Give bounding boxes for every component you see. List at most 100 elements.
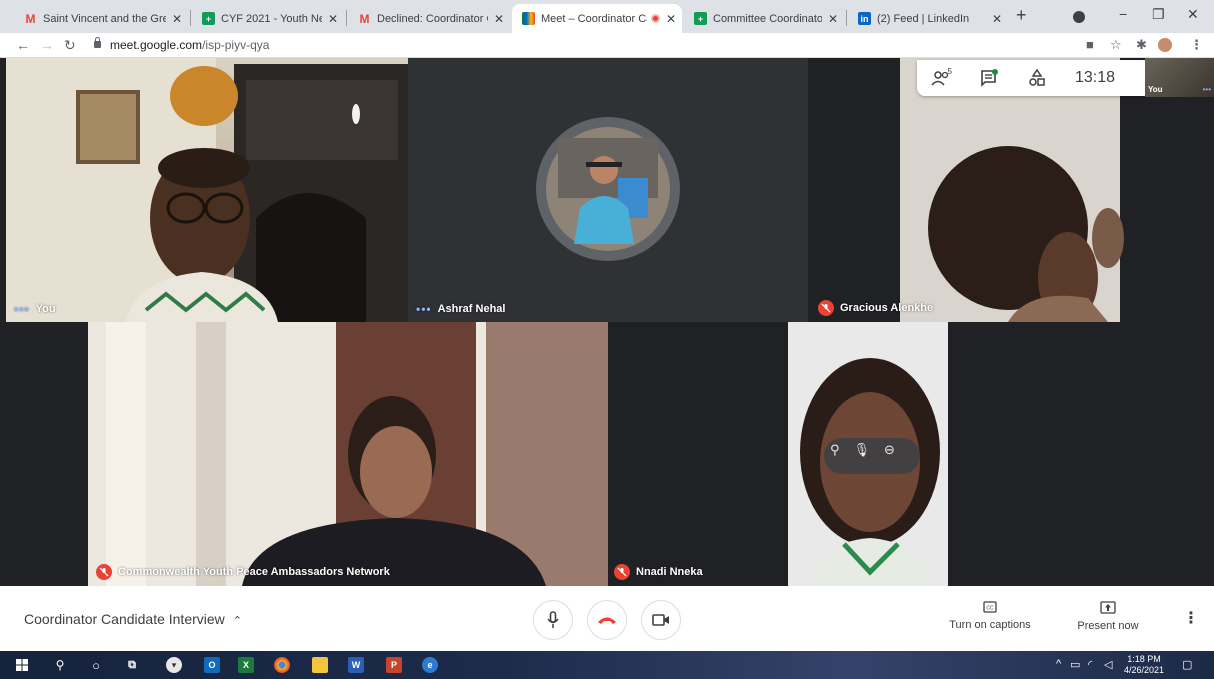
participant-video-feed — [88, 322, 608, 586]
pin-icon[interactable]: ⚲ — [830, 442, 840, 458]
participant-tile-nnadi-nneka[interactable]: ⚲ 🎙 ⊖ Nnadi Nneka — [608, 322, 1214, 586]
tab-title: Committee Coordinator Interv — [713, 12, 822, 25]
browser-tab-strip: M Saint Vincent and the Grenad ✕ + CYF 2… — [0, 0, 1214, 33]
audio-level-icon: ••• — [14, 302, 30, 316]
excel-icon[interactable]: X — [238, 657, 254, 673]
gmail-icon: M — [359, 11, 370, 26]
hang-up-icon — [598, 617, 616, 624]
chat-button[interactable] — [965, 60, 1013, 96]
participant-name: Gracious Alenkhe — [840, 302, 934, 314]
participant-tile-commonwealth-youth[interactable]: Commonwealth Youth Peace Ambassadors Net… — [6, 322, 608, 586]
more-options-icon[interactable]: ⋮ — [1183, 608, 1199, 628]
tab-title: Declined: Coordinator Candid — [377, 12, 488, 25]
participant-name: Ashraf Nehal — [437, 303, 506, 315]
volume-icon[interactable]: ◁ — [1104, 658, 1112, 671]
participant-name-tag: ••• Ashraf Nehal — [416, 302, 505, 316]
tab-meet-active[interactable]: Meet – Coordinator Cand ✕ — [512, 4, 682, 33]
restore-icon[interactable]: ❐ — [1152, 6, 1165, 23]
camera-button[interactable] — [641, 600, 681, 640]
chrome-icon[interactable] — [274, 657, 290, 673]
browser-menu-icon[interactable]: ⋮ — [1190, 37, 1203, 53]
task-view-icon[interactable]: ⧉ — [124, 657, 140, 673]
bookmark-star-icon[interactable]: ☆ — [1110, 37, 1122, 53]
powerpoint-icon[interactable]: P — [386, 657, 402, 673]
tab-linkedin[interactable]: in (2) Feed | LinkedIn ✕ — [848, 4, 1008, 33]
taskbar-clock[interactable]: 1:18 PM 4/26/2021 — [1124, 654, 1164, 676]
wifi-icon[interactable]: ◜ — [1088, 658, 1092, 671]
account-avatar-icon[interactable] — [1158, 38, 1172, 52]
tab-divider — [846, 10, 847, 26]
tab-gmail-saint-vincent[interactable]: M Saint Vincent and the Grenad ✕ — [14, 4, 188, 33]
meeting-details-button[interactable]: Coordinator Candidate Interview ⌃ — [24, 611, 242, 627]
reload-icon[interactable]: ↻ — [64, 37, 76, 54]
new-tab-icon[interactable]: + — [1016, 5, 1027, 26]
search-icon[interactable]: ⚲ — [52, 657, 68, 673]
notifications-icon[interactable]: ▢ — [1182, 658, 1192, 671]
url-field[interactable]: meet.google.com/isp-piyv-qya — [110, 38, 269, 52]
participant-name: You — [35, 303, 56, 315]
tab-gmail-declined[interactable]: M Declined: Coordinator Candid ✕ — [348, 4, 510, 33]
windows-start-icon[interactable] — [14, 657, 30, 673]
app-icon[interactable]: ▾ — [166, 657, 182, 673]
meeting-clock: 13:18 — [1075, 69, 1116, 86]
present-now-button[interactable]: Present now — [1053, 601, 1163, 632]
word-icon[interactable]: W — [348, 657, 364, 673]
extensions-puzzle-icon[interactable]: ✱ — [1136, 37, 1147, 53]
mic-muted-icon — [818, 300, 834, 316]
tab-close-icon[interactable]: ✕ — [494, 12, 504, 26]
url-path: /isp-piyv-qya — [202, 38, 270, 52]
present-label: Present now — [1077, 620, 1139, 632]
taskbar-date: 4/26/2021 — [1124, 665, 1165, 675]
back-icon[interactable]: ← — [16, 37, 30, 53]
minimize-icon[interactable]: − — [1119, 6, 1127, 22]
show-hidden-icons-icon[interactable]: ^ — [1056, 658, 1061, 670]
chevron-up-icon: ⌃ — [232, 615, 242, 627]
outlook-icon[interactable]: O — [204, 657, 220, 673]
participant-tile-gracious-alenkhe[interactable]: Gracious Alenkhe — [808, 58, 1214, 322]
tab-sheets-committee[interactable]: + Committee Coordinator Interv ✕ — [684, 4, 844, 33]
present-screen-icon — [1100, 601, 1116, 614]
participant-tile-ashraf-nehal[interactable]: ••• Ashraf Nehal — [408, 58, 808, 322]
file-explorer-icon[interactable] — [312, 657, 328, 673]
mic-muted-icon — [614, 564, 630, 580]
tile-hover-controls: ⚲ 🎙 ⊖ — [830, 442, 895, 458]
mute-participant-icon[interactable]: 🎙 — [854, 442, 871, 458]
camera-icon — [652, 614, 669, 626]
meet-stage: ••• You ••• Ashraf Nehal Gracious Alenkh… — [0, 58, 1214, 586]
participant-name-tag: Commonwealth Youth Peace Ambassadors Net… — [96, 564, 390, 580]
edge-icon[interactable]: e — [422, 657, 438, 673]
close-window-icon[interactable]: ✕ — [1187, 6, 1199, 23]
leave-call-button[interactable] — [587, 600, 627, 640]
address-bar: ← → ↻ meet.google.com/isp-piyv-qya ■ ☆ ✱… — [0, 33, 1214, 58]
participant-tile-you[interactable]: ••• You — [6, 58, 408, 322]
tab-close-icon[interactable]: ✕ — [172, 12, 182, 26]
gmail-icon: M — [25, 11, 36, 26]
meeting-title: Coordinator Candidate Interview — [24, 611, 225, 627]
captions-button[interactable]: CC Turn on captions — [935, 601, 1045, 631]
activities-shapes-icon — [1029, 69, 1045, 86]
people-button[interactable]: 5 — [917, 60, 965, 96]
tab-close-icon[interactable]: ✕ — [666, 12, 676, 26]
participants-count: 5 — [947, 67, 952, 76]
cortana-icon[interactable]: ○ — [88, 657, 104, 673]
tab-close-icon[interactable]: ✕ — [992, 12, 1002, 26]
tab-sheets-cyf[interactable]: + CYF 2021 - Youth Networks A ✕ — [192, 4, 344, 33]
activities-button[interactable] — [1013, 60, 1061, 96]
camera-in-use-icon[interactable]: ■ — [1086, 37, 1094, 52]
profile-icon[interactable] — [1073, 11, 1085, 23]
tab-close-icon[interactable]: ✕ — [328, 12, 338, 26]
recording-indicator-icon — [650, 14, 660, 23]
url-host: meet.google.com — [110, 38, 203, 52]
self-view-thumbnail[interactable]: You ••• — [1145, 58, 1214, 97]
battery-icon[interactable]: ▭ — [1070, 658, 1080, 671]
participant-video-feed — [900, 58, 1124, 322]
meet-icon — [522, 12, 535, 25]
meet-controls-bar: Coordinator Candidate Interview ⌃ CC Turn… — [0, 586, 1214, 651]
audio-level-icon: ••• — [416, 302, 432, 316]
participant-name-tag: Gracious Alenkhe — [818, 300, 933, 316]
remove-icon[interactable]: ⊖ — [884, 442, 895, 458]
tab-close-icon[interactable]: ✕ — [828, 12, 838, 26]
meeting-info-bar: 5 13:18 — [917, 60, 1145, 96]
forward-icon[interactable]: → — [40, 37, 54, 53]
microphone-button[interactable] — [533, 600, 573, 640]
